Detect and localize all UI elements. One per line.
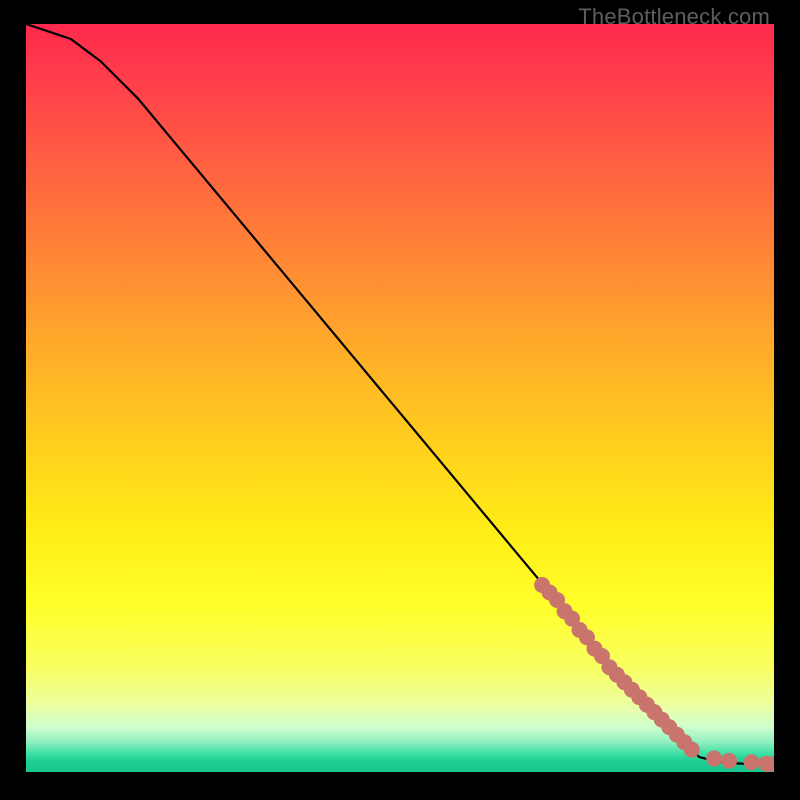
data-marker (676, 734, 692, 750)
data-marker (579, 629, 595, 645)
data-marker (534, 577, 550, 593)
data-marker (564, 611, 580, 627)
data-marker (631, 689, 647, 705)
marker-group (534, 577, 774, 772)
data-marker (572, 622, 588, 638)
chart-overlay (26, 24, 774, 772)
data-marker (639, 697, 655, 713)
data-marker (654, 712, 670, 728)
data-marker (759, 756, 774, 772)
curve-line (26, 24, 774, 765)
data-marker (721, 753, 737, 769)
data-marker (766, 757, 774, 772)
plot-area (26, 24, 774, 772)
data-marker (646, 704, 662, 720)
data-marker (661, 719, 677, 735)
data-marker (586, 641, 602, 657)
data-marker (601, 659, 617, 675)
data-marker (706, 751, 722, 767)
data-marker (542, 584, 558, 600)
chart-frame: TheBottleneck.com (0, 0, 800, 800)
data-marker (684, 742, 700, 758)
data-marker (624, 682, 640, 698)
data-marker (669, 727, 685, 743)
data-marker (744, 754, 760, 770)
data-marker (549, 592, 565, 608)
data-marker (616, 674, 632, 690)
data-marker (609, 667, 625, 683)
data-marker (557, 603, 573, 619)
attribution-text: TheBottleneck.com (578, 4, 770, 30)
data-marker (594, 648, 610, 664)
